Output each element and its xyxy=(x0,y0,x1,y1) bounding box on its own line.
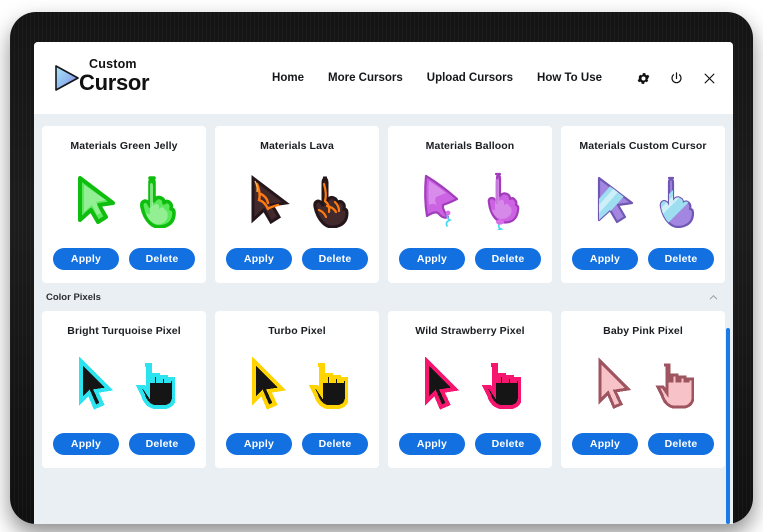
delete-button[interactable]: Delete xyxy=(302,433,368,455)
cursor-preview-green-jelly xyxy=(70,164,178,236)
cursor-card[interactable]: Wild Strawberry Pixel Apply Delete xyxy=(388,311,552,468)
cursor-list-scroll-area[interactable]: Materials Green Jelly Apply Delete Mater… xyxy=(34,114,733,524)
chevron-up-icon[interactable] xyxy=(708,292,719,303)
cursor-card[interactable]: Baby Pink Pixel Apply Delete xyxy=(561,311,725,468)
section-materials-cards: Materials Green Jelly Apply Delete Mater… xyxy=(34,114,733,283)
apply-button[interactable]: Apply xyxy=(572,433,638,455)
app-screen: Custom Cursor Home More Cursors Upload C… xyxy=(34,42,733,524)
cursor-preview-wild-strawberry-pixel xyxy=(419,349,521,421)
gear-icon[interactable] xyxy=(636,71,651,86)
cursor-card[interactable]: Materials Custom Cursor Apply Delete xyxy=(561,126,725,283)
apply-button[interactable]: Apply xyxy=(53,248,119,270)
cursor-card-title: Bright Turquoise Pixel xyxy=(67,325,181,337)
cursor-card-title: Materials Green Jelly xyxy=(70,140,178,152)
cursor-card-title: Materials Custom Cursor xyxy=(579,140,707,152)
cursor-card[interactable]: Materials Lava Apply Delete xyxy=(215,126,379,283)
nav-item-home[interactable]: Home xyxy=(272,72,304,84)
delete-button[interactable]: Delete xyxy=(302,248,368,270)
delete-button[interactable]: Delete xyxy=(648,433,714,455)
cursor-preview-baby-pink-pixel xyxy=(592,349,694,421)
app-header: Custom Cursor Home More Cursors Upload C… xyxy=(34,42,733,114)
logo-text-bottom: Cursor xyxy=(79,69,150,95)
cursor-arrow-logo-icon xyxy=(52,63,82,98)
delete-button[interactable]: Delete xyxy=(129,248,195,270)
cursor-card[interactable]: Turbo Pixel Apply Delete xyxy=(215,311,379,468)
apply-button[interactable]: Apply xyxy=(399,248,465,270)
cursor-preview-turbo-pixel xyxy=(246,349,348,421)
apply-button[interactable]: Apply xyxy=(226,248,292,270)
cursor-preview-balloon xyxy=(416,164,524,236)
nav-item-how-to-use[interactable]: How To Use xyxy=(537,72,602,84)
cursor-card[interactable]: Materials Balloon Apply Delete xyxy=(388,126,552,283)
cursor-card[interactable]: Bright Turquoise Pixel Apply Delete xyxy=(42,311,206,468)
apply-button[interactable]: Apply xyxy=(53,433,119,455)
main-navigation: Home More Cursors Upload Cursors How To … xyxy=(272,71,717,86)
logo-text-top: Custom xyxy=(89,57,137,71)
apply-button[interactable]: Apply xyxy=(572,248,638,270)
scrollbar-track[interactable] xyxy=(725,186,731,524)
section-color-pixels-cards: Bright Turquoise Pixel Apply Delete Turb… xyxy=(34,311,733,468)
nav-item-upload-cursors[interactable]: Upload Cursors xyxy=(427,72,513,84)
cursor-preview-bright-turquoise-pixel xyxy=(73,349,175,421)
apply-button[interactable]: Apply xyxy=(399,433,465,455)
close-icon[interactable] xyxy=(702,71,717,86)
power-icon[interactable] xyxy=(669,71,684,86)
cursor-card-title: Materials Balloon xyxy=(425,140,515,152)
cursor-preview-lava xyxy=(243,164,351,236)
delete-button[interactable]: Delete xyxy=(475,433,541,455)
section-header-color-pixels[interactable]: Color Pixels xyxy=(34,283,733,311)
delete-button[interactable]: Delete xyxy=(475,248,541,270)
section-title: Color Pixels xyxy=(46,291,101,303)
delete-button[interactable]: Delete xyxy=(129,433,195,455)
nav-item-more-cursors[interactable]: More Cursors xyxy=(328,72,403,84)
cursor-preview-custom-cursor xyxy=(589,164,697,236)
cursor-card[interactable]: Materials Green Jelly Apply Delete xyxy=(42,126,206,283)
app-logo[interactable]: Custom Cursor xyxy=(52,57,150,98)
scrollbar-thumb[interactable] xyxy=(726,327,730,524)
delete-button[interactable]: Delete xyxy=(648,248,714,270)
cursor-card-title: Wild Strawberry Pixel xyxy=(415,325,525,337)
cursor-card-title: Baby Pink Pixel xyxy=(603,325,683,337)
cursor-card-title: Turbo Pixel xyxy=(268,325,326,337)
device-bezel: Custom Cursor Home More Cursors Upload C… xyxy=(10,12,753,524)
cursor-card-title: Materials Lava xyxy=(260,140,334,152)
apply-button[interactable]: Apply xyxy=(226,433,292,455)
